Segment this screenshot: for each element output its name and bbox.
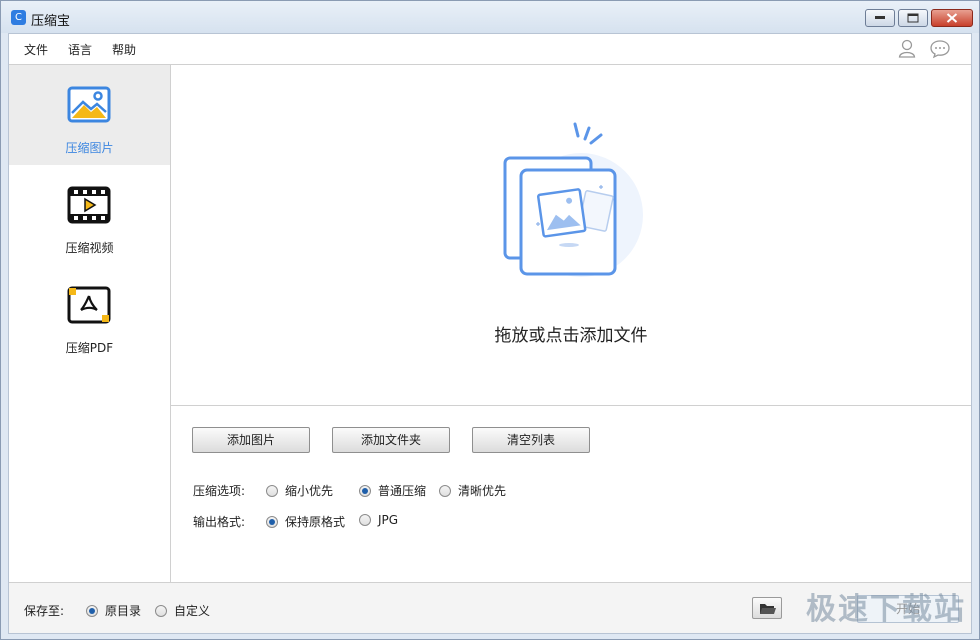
drop-zone[interactable]: 拖放或点击添加文件 bbox=[171, 65, 971, 406]
menu-language[interactable]: 语言 bbox=[68, 41, 92, 58]
maximize-icon bbox=[907, 13, 919, 23]
radio-clarity-first[interactable]: 清晰优先 bbox=[439, 482, 506, 499]
add-folder-button[interactable]: 添加文件夹 bbox=[332, 427, 450, 453]
sidebar-item-label: 压缩视频 bbox=[65, 241, 114, 255]
folder-icon bbox=[760, 604, 776, 614]
add-image-button[interactable]: 添加图片 bbox=[192, 427, 310, 453]
radio-jpg[interactable]: JPG bbox=[359, 513, 398, 527]
video-icon bbox=[67, 186, 111, 224]
maximize-button[interactable] bbox=[898, 9, 928, 27]
sidebar-item-compress-image[interactable]: 压缩图片 bbox=[9, 65, 170, 165]
sidebar-item-label: 压缩图片 bbox=[65, 141, 114, 155]
add-files-illustration bbox=[503, 122, 643, 277]
pdf-icon bbox=[67, 286, 111, 324]
client-area: 文件 语言 帮助 压缩图片 压缩视频 压缩PDF 拖放或点击添加文件 添加图片 … bbox=[8, 33, 972, 634]
minimize-button[interactable] bbox=[865, 9, 895, 27]
close-icon bbox=[946, 13, 958, 23]
radio-original-dir[interactable]: 原目录 bbox=[86, 602, 141, 619]
radio-custom-dir[interactable]: 自定义 bbox=[155, 602, 210, 619]
menu-help[interactable]: 帮助 bbox=[112, 41, 136, 58]
app-logo-icon: C bbox=[11, 10, 26, 25]
menu-file[interactable]: 文件 bbox=[24, 41, 48, 58]
save-to-label: 保存至: bbox=[24, 604, 65, 618]
menu-bar: 文件 语言 帮助 bbox=[9, 34, 971, 65]
chat-icon[interactable] bbox=[929, 39, 951, 59]
user-icon[interactable] bbox=[897, 38, 917, 60]
radio-keep-format[interactable]: 保持原格式 bbox=[266, 513, 345, 530]
title-bar[interactable]: C 压缩宝 bbox=[1, 1, 979, 33]
output-format-label: 输出格式: bbox=[193, 515, 246, 529]
radio-shrink-first[interactable]: 缩小优先 bbox=[266, 482, 333, 499]
options-panel: 添加图片 添加文件夹 清空列表 压缩选项: 缩小优先 普通压缩 清晰优先 输出格… bbox=[171, 407, 971, 582]
watermark-text: 极速下载站 bbox=[806, 592, 966, 627]
close-button[interactable] bbox=[931, 9, 973, 27]
clear-list-button[interactable]: 清空列表 bbox=[472, 427, 590, 453]
window-title: 压缩宝 bbox=[31, 14, 71, 29]
sidebar-item-label: 压缩PDF bbox=[65, 341, 114, 355]
sidebar: 压缩图片 压缩视频 压缩PDF bbox=[9, 65, 171, 582]
sidebar-item-compress-video[interactable]: 压缩视频 bbox=[9, 165, 170, 265]
minimize-icon bbox=[875, 16, 885, 19]
radio-normal-compress[interactable]: 普通压缩 bbox=[359, 482, 426, 499]
app-window: C 压缩宝 文件 语言 帮助 压缩图片 压缩视频 压缩PDF 拖放或点击添加文件… bbox=[0, 0, 980, 640]
drop-zone-hint: 拖放或点击添加文件 bbox=[494, 326, 648, 346]
image-icon bbox=[67, 86, 111, 123]
browse-folder-button[interactable] bbox=[752, 597, 782, 619]
compress-options-label: 压缩选项: bbox=[193, 484, 246, 498]
sidebar-item-compress-pdf[interactable]: 压缩PDF bbox=[9, 265, 170, 365]
